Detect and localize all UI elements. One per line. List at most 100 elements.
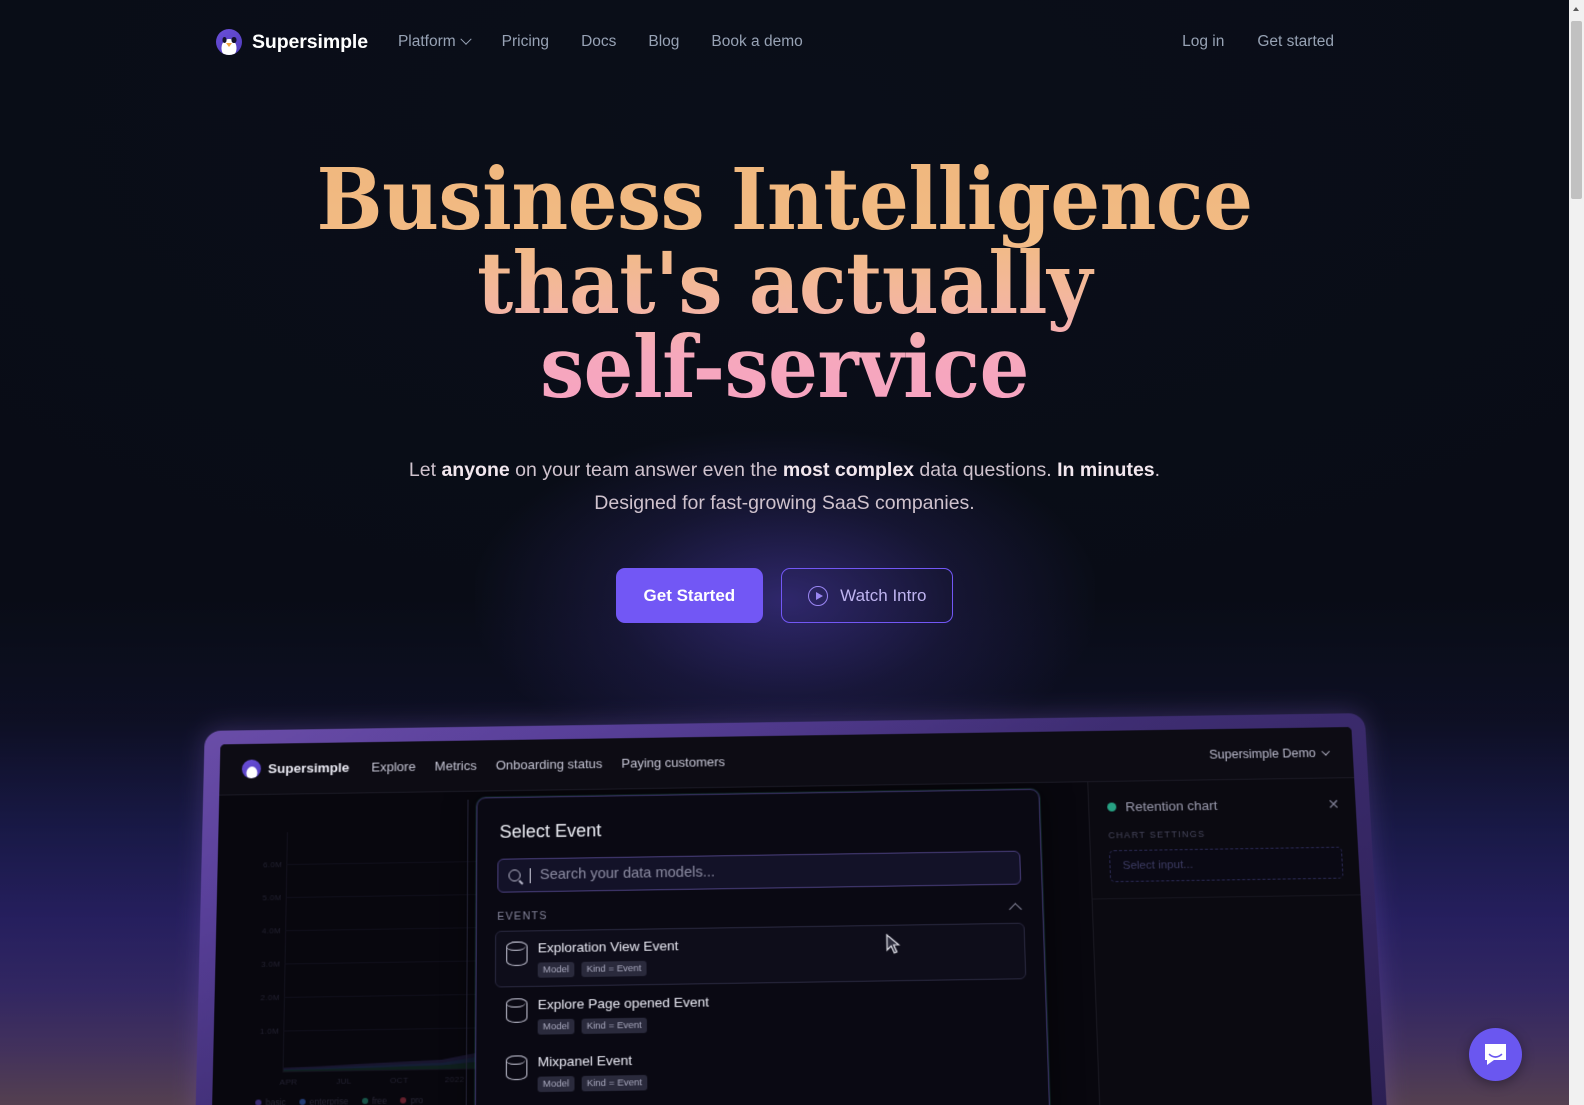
legend-item-pro: pro <box>400 1095 423 1105</box>
list-item[interactable]: Mixpanel Event Model Kind = Event <box>494 1036 1030 1102</box>
chat-launcher-button[interactable] <box>1469 1028 1522 1081</box>
select-event-modal: Select Event Search your data models... … <box>474 788 1052 1105</box>
brand-name: Supersimple <box>252 30 368 53</box>
hero-section: Business Intelligence that's actually se… <box>0 0 1569 624</box>
chart-x-tick: APR <box>279 1077 298 1087</box>
panel-header: Retention chart ✕ <box>1088 778 1356 815</box>
header-left: Supersimple Platform Pricing Docs Blog B… <box>216 29 803 55</box>
get-started-link[interactable]: Get started <box>1257 33 1334 51</box>
chart-x-tick: OCT <box>390 1075 409 1086</box>
nav-item-book-a-demo[interactable]: Book a demo <box>711 33 802 51</box>
chevron-down-icon <box>1321 746 1330 756</box>
hero-sub-bold-in-minutes: In minutes <box>1057 459 1155 482</box>
chart-y-tick: 2.0M <box>260 992 280 1003</box>
list-item-name: Exploration View Event <box>537 938 679 956</box>
event-option-list: Exploration View Event Model Kind = Even… <box>494 922 1030 1102</box>
site-header: Supersimple Platform Pricing Docs Blog B… <box>0 0 1569 84</box>
text-caret <box>529 867 531 883</box>
legend-item-free: free <box>361 1095 388 1105</box>
chart-x-tick: JUL <box>336 1076 352 1087</box>
scrollbar-thumb[interactable] <box>1571 21 1582 199</box>
search-icon <box>508 869 521 882</box>
list-item-tags: Model Kind = Event <box>537 1069 1019 1093</box>
brand-link[interactable]: Supersimple <box>216 29 368 55</box>
browser-scrollbar[interactable] <box>1569 0 1584 1105</box>
app-body: 6.0M 5.0M 4.0M 3.0M 2.0M 1.0M APR JUL OC… <box>211 778 1374 1105</box>
search-input[interactable]: Search your data models... <box>497 850 1022 893</box>
product-screenshot: Supersimple Explore Metrics Onboarding s… <box>194 713 1389 1105</box>
hero-subtitle: Let anyone on your team answer even the … <box>0 454 1569 520</box>
workspace-label: Supersimple Demo <box>1208 745 1317 762</box>
hero-sub-end: . <box>1154 459 1161 482</box>
workspace-switcher[interactable]: Supersimple Demo <box>1208 745 1330 762</box>
events-section-label: EVENTS <box>497 910 548 923</box>
laptop-perspective: Supersimple Explore Metrics Onboarding s… <box>194 713 1389 1105</box>
legend-item-enterprise: enterprise <box>299 1096 348 1105</box>
list-item-name: Explore Page opened Event <box>537 994 710 1013</box>
close-icon[interactable]: ✕ <box>1327 796 1340 812</box>
list-item-tags: Model Kind = Event <box>537 955 1015 978</box>
header-right: Log in Get started <box>1182 33 1334 51</box>
select-input-field[interactable]: Select input... <box>1108 846 1344 883</box>
chart-y-tick: 3.0M <box>261 959 281 969</box>
scroll-up-arrow-icon[interactable] <box>1569 0 1584 17</box>
status-badge: Kind = Event <box>581 960 647 978</box>
nav-item-platform[interactable]: Platform <box>397 33 472 51</box>
chevron-up-icon[interactable] <box>1008 902 1022 916</box>
status-badge: Kind = Event <box>581 1017 647 1034</box>
hero-sub-line-2: Designed for fast-growing SaaS companies… <box>594 492 975 515</box>
panel-divider <box>1092 894 1361 900</box>
chart-legend: basic enterprise free pro <box>255 1095 423 1105</box>
penguin-logo-icon <box>241 759 262 779</box>
app-nav: Explore Metrics Onboarding status Paying… <box>371 754 725 774</box>
hero-sub-mid-1: on your team answer even the <box>509 459 783 482</box>
penguin-logo-icon <box>216 29 242 55</box>
get-started-button[interactable]: Get Started <box>615 568 764 624</box>
list-item-text: Exploration View Event Model Kind = Even… <box>537 932 1015 978</box>
nav-item-platform-label: Platform <box>397 33 456 50</box>
laptop-screen: Supersimple Explore Metrics Onboarding s… <box>211 726 1374 1105</box>
login-link[interactable]: Log in <box>1182 33 1224 51</box>
watch-intro-label: Watch Intro <box>840 585 927 605</box>
watch-intro-button[interactable]: Watch Intro <box>781 568 954 624</box>
status-dot-icon <box>1107 802 1117 812</box>
chart-y-tick: 4.0M <box>261 926 282 936</box>
hero-sub-mid-2: data questions. <box>914 459 1058 482</box>
hero-title-line-3: self-service <box>540 318 1029 419</box>
app-nav-item-paying-customers[interactable]: Paying customers <box>621 754 725 770</box>
list-item[interactable]: Exploration View Event Model Kind = Even… <box>494 922 1027 988</box>
chart-y-tick: 5.0M <box>262 893 282 903</box>
primary-nav: Platform Pricing Docs Blog Book a demo <box>398 33 803 51</box>
panel-section-label: CHART SETTINGS <box>1108 828 1206 841</box>
page-canvas: Supersimple Platform Pricing Docs Blog B… <box>0 0 1569 1105</box>
list-item[interactable]: Explore Page opened Event Model Kind = E… <box>495 979 1028 1044</box>
status-badge: Model <box>537 1018 575 1035</box>
app-nav-item-metrics[interactable]: Metrics <box>435 758 477 773</box>
legend-item-basic: basic <box>255 1097 286 1105</box>
app-nav-item-onboarding-status[interactable]: Onboarding status <box>496 756 603 772</box>
chart-y-axis <box>282 832 288 1073</box>
page-title: Business Intelligence that's actually se… <box>63 158 1506 410</box>
hero-sub-bold-most-complex: most complex <box>782 459 915 482</box>
legend-label-basic: basic <box>265 1097 287 1105</box>
app-brand-name: Supersimple <box>267 760 350 777</box>
nav-item-docs[interactable]: Docs <box>581 33 616 51</box>
legend-label-free: free <box>371 1095 388 1105</box>
chart-settings-panel: Retention chart ✕ CHART SETTINGS Select … <box>1087 778 1374 1105</box>
hero-sub-bold-anyone: anyone <box>441 459 510 482</box>
database-icon <box>506 998 525 1021</box>
chart-x-tick: 2022 <box>444 1074 465 1085</box>
hero-cta-group: Get Started Watch Intro <box>0 568 1569 624</box>
play-circle-icon <box>808 585 829 606</box>
search-placeholder: Search your data models... <box>539 864 716 884</box>
chevron-down-icon <box>460 33 472 45</box>
list-item-tags: Model Kind = Event <box>537 1012 1017 1035</box>
nav-item-pricing[interactable]: Pricing <box>502 33 549 51</box>
penguin-beak <box>226 43 232 47</box>
legend-label-pro: pro <box>410 1094 424 1105</box>
chart-y-tick: 6.0M <box>263 860 283 870</box>
status-badge: Model <box>537 961 575 978</box>
nav-item-blog[interactable]: Blog <box>648 33 679 51</box>
app-nav-item-explore[interactable]: Explore <box>371 759 415 774</box>
events-section-header[interactable]: EVENTS <box>497 902 1022 923</box>
